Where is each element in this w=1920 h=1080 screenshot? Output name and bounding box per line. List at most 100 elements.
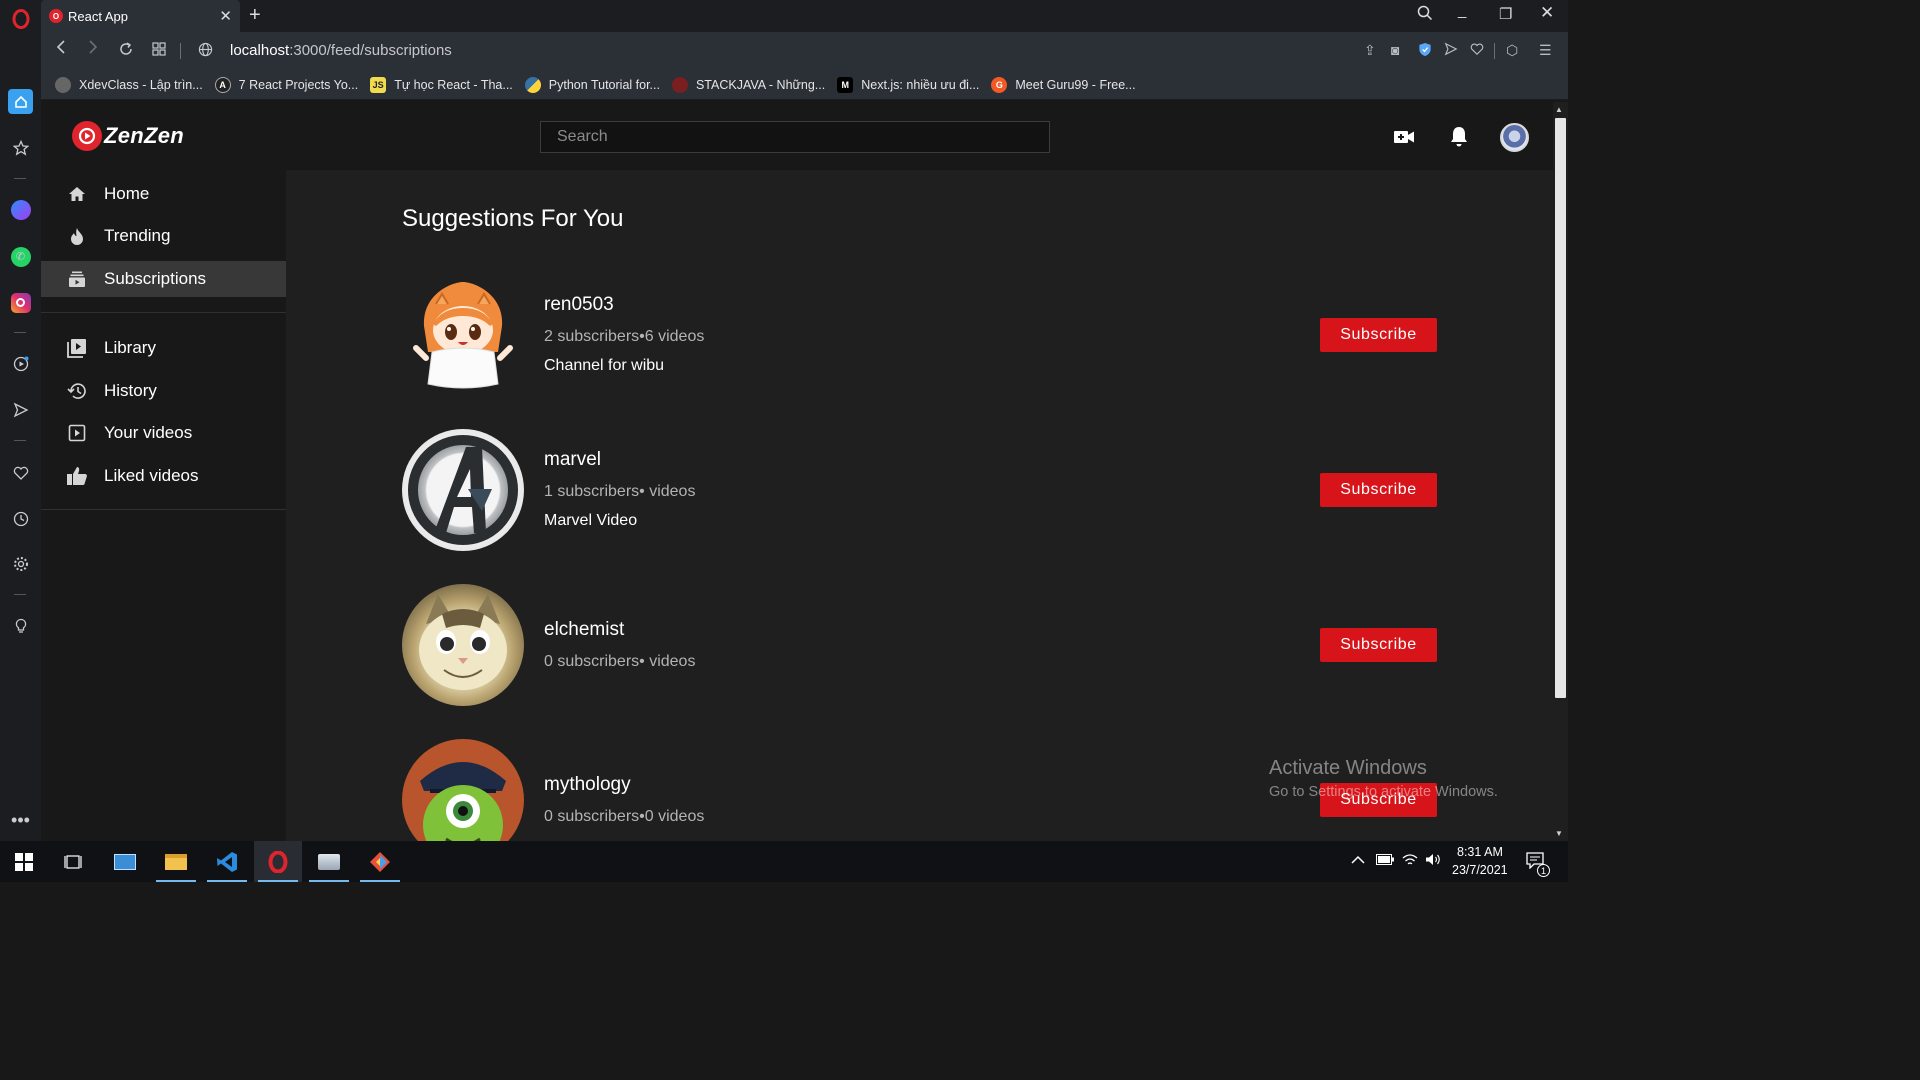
nav-label: Library [104,338,156,357]
tab-react-app[interactable]: O React App ✕ [41,0,240,32]
control-panel-icon[interactable] [101,841,149,882]
flow-send-icon[interactable] [8,397,33,422]
scrollbar-thumb[interactable] [1555,118,1566,698]
js-icon: JS [370,76,387,93]
player-icon[interactable] [8,351,33,376]
close-window-icon[interactable]: ✕ [1540,3,1554,23]
bookmark-heart-icon[interactable] [1470,42,1484,59]
battery-icon[interactable] [1376,853,1394,868]
nav-item-library[interactable]: Library [41,330,286,366]
bookmark-item[interactable]: Python Tutorial for... [524,76,660,93]
fire-icon [66,227,88,245]
restore-icon[interactable]: ❐ [1499,5,1512,23]
clock-time[interactable]: 8:31 AM [1457,845,1503,859]
minimize-icon[interactable]: _ [1458,2,1466,19]
nav-label: Your videos [104,423,193,442]
opera-taskbar-icon[interactable] [254,841,302,882]
bookmark-item[interactable]: STACKJAVA - Những... [671,76,826,93]
snapshot-camera-icon[interactable]: ◙ [1391,42,1399,58]
nav-item-subscriptions[interactable]: Subscriptions [41,261,286,297]
bookmark-label: Meet Guru99 - Free... [1015,77,1136,92]
sidebar-divider [14,332,26,333]
reload-icon[interactable] [118,41,134,62]
home-icon [66,186,88,202]
sidebar-divider [14,440,26,441]
opera-logo-icon[interactable] [8,6,33,31]
extensions-cube-icon[interactable]: ⬡ [1506,42,1518,59]
instagram-icon[interactable] [8,290,33,315]
brand-logo[interactable]: ZenZen [72,121,184,151]
lightbulb-icon[interactable] [8,613,33,638]
tray-chevron-icon[interactable] [1351,853,1365,868]
bookmark-label: STACKJAVA - Những... [695,77,826,92]
channel-avatar[interactable] [402,274,524,396]
channel-description: Marvel Video [544,512,638,529]
vpn-shield-icon[interactable] [1418,42,1432,60]
bookmark-item[interactable]: A 7 React Projects Yo... [214,76,358,93]
tab-bar [41,0,1568,32]
clock-date[interactable]: 23/7/2021 [1452,863,1508,877]
nav-item-trending[interactable]: Trending [41,218,286,254]
remote-desktop-icon[interactable] [305,841,353,882]
channel-avatar[interactable] [402,429,524,551]
nav-item-home[interactable]: Home [41,176,286,212]
more-dots-icon[interactable]: ••• [8,808,33,833]
pinboard-heart-icon[interactable] [8,460,33,485]
channel-name[interactable]: elchemist [544,619,624,641]
nav-label: Liked videos [104,466,199,485]
history-clock-icon[interactable] [8,506,33,531]
search-tabs-icon[interactable] [1417,5,1433,25]
user-avatar[interactable] [1500,123,1529,152]
page-title: Suggestions For You [402,205,624,232]
channel-avatar-clip [402,739,524,841]
tabs-grid-icon[interactable] [152,42,166,61]
git-kraken-icon[interactable] [356,841,404,882]
share-icon[interactable]: ⇪ [1364,42,1376,59]
upload-video-icon[interactable] [1393,127,1415,152]
zenzen-logo-icon [72,121,102,151]
bookmarks-star-icon[interactable] [8,135,33,160]
subscriptions-icon [66,270,88,288]
channel-name[interactable]: mythology [544,774,631,796]
windows-start-icon[interactable] [0,841,48,882]
bookmark-item[interactable]: XdevClass - Lập trìn... [55,76,203,93]
forward-icon[interactable] [87,40,99,59]
notification-count-badge: 1 [1537,864,1550,877]
vscode-icon[interactable] [203,841,251,882]
bookmark-item[interactable]: M Next.js: nhiều ưu đi... [837,76,979,93]
channel-avatar[interactable] [402,584,524,706]
new-tab-icon[interactable]: + [249,4,261,27]
subscribe-button[interactable]: Subscribe [1320,473,1437,507]
bookmark-item[interactable]: JS Tự học React - Tha... [370,76,513,93]
channel-name[interactable]: marvel [544,449,601,471]
volume-icon[interactable] [1425,853,1441,869]
subscribe-button[interactable]: Subscribe [1320,628,1437,662]
messenger-icon[interactable] [8,197,33,222]
wifi-icon[interactable] [1402,853,1418,869]
nav-item-liked-videos[interactable]: Liked videos [41,458,286,494]
nav-item-your-videos[interactable]: Your videos [41,415,286,451]
send-icon[interactable] [1444,42,1458,59]
easy-setup-icon[interactable]: ☰ [1539,42,1552,59]
scroll-up-arrow-icon[interactable]: ▲ [1555,105,1563,114]
search-input[interactable] [540,121,1050,153]
back-icon[interactable] [55,40,67,59]
settings-gear-icon[interactable] [8,551,33,576]
nav-label: Home [104,184,150,203]
guru99-icon: G [991,76,1008,93]
scroll-down-arrow-icon[interactable]: ▼ [1555,829,1563,838]
nav-item-history[interactable]: History [41,373,286,409]
task-view-icon[interactable] [49,841,97,882]
url-field[interactable]: localhost:3000/feed/subscriptions [230,42,452,59]
channel-avatar[interactable] [402,739,524,841]
channel-name[interactable]: ren0503 [544,294,614,316]
speed-dial-home-icon[interactable] [8,89,33,114]
bookmark-item[interactable]: G Meet Guru99 - Free... [991,76,1136,93]
close-tab-icon[interactable]: ✕ [219,7,232,25]
opera-sidebar: ✆ ••• [0,0,41,841]
file-explorer-icon[interactable] [152,841,200,882]
subscribe-button[interactable]: Subscribe [1320,318,1437,352]
site-info-globe-icon[interactable] [198,42,213,62]
whatsapp-icon[interactable]: ✆ [8,244,33,269]
notifications-bell-icon[interactable] [1449,125,1469,153]
